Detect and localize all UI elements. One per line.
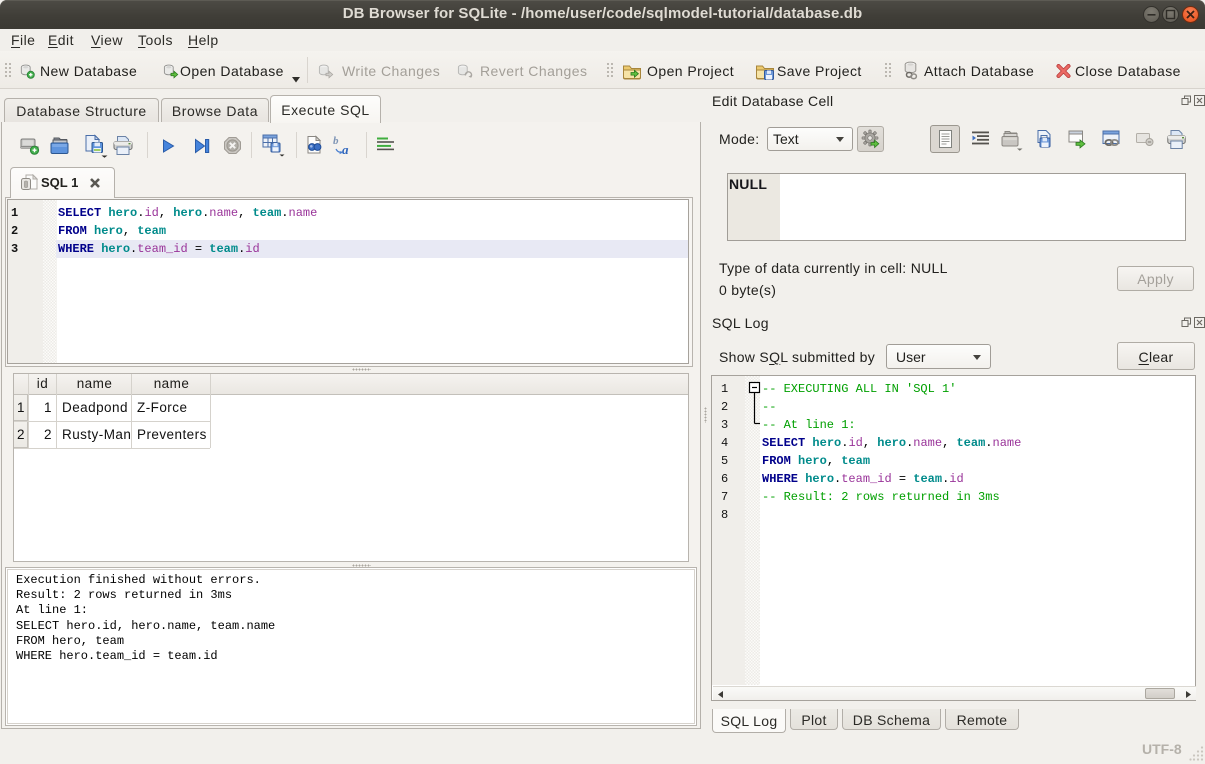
svg-text:b: b [333, 135, 339, 147]
svg-text:a: a [342, 142, 349, 156]
